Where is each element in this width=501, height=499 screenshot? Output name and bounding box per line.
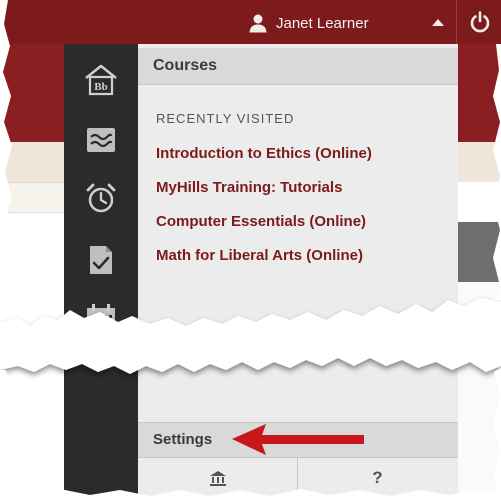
calendar-icon: [87, 304, 115, 330]
rail-item-institution-page[interactable]: Bb: [83, 62, 119, 98]
course-link[interactable]: MyHills Training: Tutorials: [156, 179, 342, 196]
rail-item-activity-stream[interactable]: [83, 122, 119, 158]
course-link[interactable]: Computer Essentials (Online): [156, 213, 366, 230]
institution-icon: [209, 471, 226, 486]
bb-home-icon: Bb: [85, 64, 117, 96]
global-top-bar: Janet Learner: [0, 0, 501, 44]
user-name: Janet Learner: [276, 14, 369, 32]
course-link[interactable]: Math for Liberal Arts (Online): [156, 247, 363, 264]
bb-glyph: Bb: [94, 81, 107, 93]
courses-panel-header: Courses: [138, 48, 458, 85]
page-breadcrumb-fragment-right: [458, 142, 501, 182]
page-content-fragment-left: [0, 182, 70, 213]
page-body-fragment-right: [458, 282, 501, 499]
recently-visited-label: RECENTLY VISITED: [156, 111, 295, 126]
user-menu-button[interactable]: Janet Learner: [248, 10, 369, 36]
help-button[interactable]: ?: [298, 458, 457, 498]
panel-footer: ?: [138, 458, 458, 499]
rail-item-calendar[interactable]: [83, 299, 119, 335]
page-breadcrumb-fragment-left: [0, 142, 70, 182]
settings-label: Settings: [153, 431, 213, 448]
power-icon: [470, 11, 489, 33]
page-tab-fragment-right: [458, 222, 501, 282]
waves-icon: [87, 128, 115, 152]
checked-document-icon: [90, 246, 112, 274]
help-glyph: ?: [372, 468, 383, 487]
red-arrow-annotation: [232, 424, 364, 455]
alarm-clock-icon: [86, 183, 116, 213]
page-body-fragment-left: [0, 212, 70, 499]
user-silhouette-icon: [249, 14, 267, 33]
rail-item-due-dates[interactable]: [83, 180, 119, 216]
page-header-fragment-right: [458, 44, 501, 142]
course-link[interactable]: Introduction to Ethics (Online): [156, 145, 372, 162]
page-header-fragment-left: [0, 44, 70, 142]
panel-title: Courses: [153, 57, 218, 74]
rail-item-grades[interactable]: [83, 242, 119, 278]
institution-button[interactable]: [138, 458, 298, 498]
caret-up-icon[interactable]: [432, 17, 444, 27]
logout-button[interactable]: [456, 0, 501, 44]
blackboard-global-nav-screenshot: Janet Learner Bb Courses RECENTLY VISITE…: [0, 0, 501, 499]
global-nav-icon-rail: Bb: [64, 44, 138, 499]
